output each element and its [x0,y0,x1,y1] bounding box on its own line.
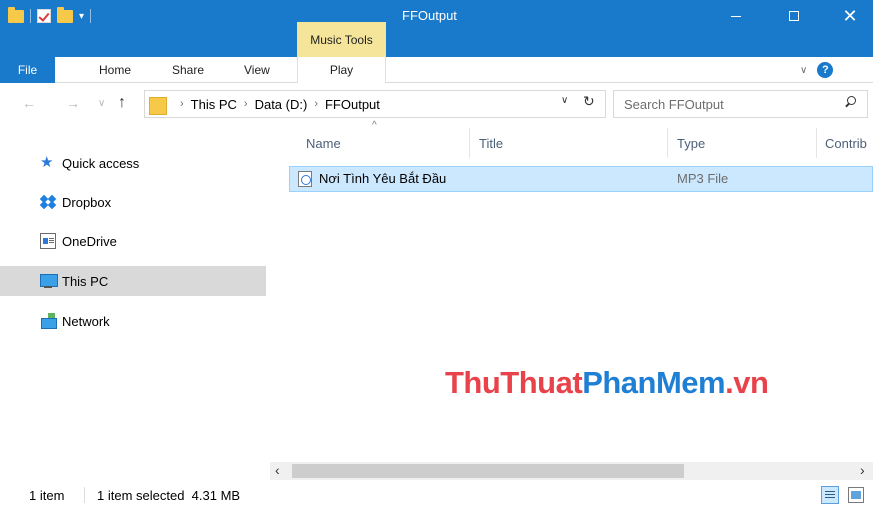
tab-file[interactable]: File [0,57,55,83]
tab-home[interactable]: Home [99,57,131,83]
tab-play[interactable]: Play [297,57,386,83]
breadcrumb-data-drive[interactable]: Data (D:) [255,97,308,112]
address-bar[interactable]: › This PC › Data (D:) › FFOutput ∨ ↻ [144,90,606,118]
toolbar-divider [90,9,92,23]
expand-ribbon-icon[interactable]: ∨ [800,65,807,76]
ribbon-controls: ∨ ? [800,57,834,83]
column-header-contributing-artists[interactable]: Contrib [825,124,873,162]
chevron-right-icon[interactable]: › [244,98,248,110]
refresh-icon[interactable]: ↻ [583,93,595,110]
star-icon: ★ [40,154,54,171]
sidebar-item-network[interactable]: Network [0,306,266,336]
up-button[interactable]: ↑ [118,92,126,114]
search-placeholder: Search FFOutput [624,96,724,112]
status-divider [84,487,85,503]
music-tools-label: Music Tools [310,33,373,47]
chevron-right-icon[interactable]: › [180,98,184,110]
sidebar-item-label: This PC [62,273,109,289]
breadcrumb-this-pc[interactable]: This PC [191,97,237,112]
column-header-name[interactable]: Name [306,124,341,162]
minimize-button[interactable] [713,0,759,32]
forward-button[interactable]: → [66,92,80,114]
maximize-button[interactable] [771,0,817,32]
watermark-logo: ThuThuatPhanMem.vn [445,365,769,400]
properties-icon[interactable] [37,9,51,23]
status-item-count: 1 item [29,488,65,503]
folder-icon [8,6,24,23]
dropbox-icon [39,194,57,210]
sidebar-item-label: Network [62,313,110,329]
file-type: MP3 File [677,171,729,186]
scroll-left-icon[interactable]: ‹ [275,462,280,478]
minimize-icon [731,15,741,17]
sidebar-item-label: Quick access [62,155,140,171]
sidebar-item-label: Dropbox [62,194,112,210]
navigation-pane: ★ Quick access Dropbox OneDrive This PC … [0,124,266,474]
sidebar-item-onedrive[interactable]: OneDrive [0,226,266,256]
sidebar-item-quick-access[interactable]: ★ Quick access [0,148,266,178]
maximize-icon [789,11,799,21]
column-header-type[interactable]: Type [677,124,705,162]
onedrive-icon [40,233,56,249]
column-divider[interactable] [667,128,668,158]
column-header-title[interactable]: Title [479,124,503,162]
sort-ascending-icon: ^ [372,120,377,131]
new-folder-icon[interactable] [57,6,73,23]
scrollbar-thumb[interactable] [292,464,684,478]
large-icons-view-icon[interactable] [848,487,864,503]
sidebar-item-this-pc[interactable]: This PC [0,266,266,296]
network-icon [40,313,57,329]
folder-icon [149,93,167,115]
customize-toolbar-icon[interactable]: ▾ [79,11,84,22]
close-button[interactable]: ✕ [827,0,873,32]
address-dropdown-icon[interactable]: ∨ [561,95,568,106]
column-divider[interactable] [469,128,470,158]
sidebar-item-label: OneDrive [62,233,117,249]
scroll-right-icon[interactable]: › [860,462,865,478]
status-selection: 1 item selected 4.31 MB [97,488,241,503]
search-icon[interactable] [845,96,857,108]
chevron-right-icon[interactable]: › [314,98,318,110]
computer-icon [40,273,58,289]
sidebar-item-dropbox[interactable]: Dropbox [0,187,266,217]
quick-access-toolbar: ▾ [0,0,92,32]
tab-share[interactable]: Share [172,57,204,83]
recent-locations-icon[interactable]: ∨ [98,92,105,114]
toolbar-divider [30,9,31,23]
breadcrumb: › This PC › Data (D:) › FFOutput [173,97,380,112]
breadcrumb-ffoutput[interactable]: FFOutput [325,97,380,112]
column-divider[interactable] [816,128,817,158]
window-title: FFOutput [402,8,457,23]
tab-view[interactable]: View [244,57,270,83]
mp3-file-icon [298,171,312,187]
search-input[interactable]: Search FFOutput [613,90,868,118]
details-view-icon[interactable] [821,486,839,504]
file-name[interactable]: Nơi Tình Yêu Bắt Đầu [319,171,446,186]
back-button[interactable]: ← [22,92,36,114]
help-icon[interactable]: ? [817,62,834,78]
close-icon: ✕ [842,6,858,26]
